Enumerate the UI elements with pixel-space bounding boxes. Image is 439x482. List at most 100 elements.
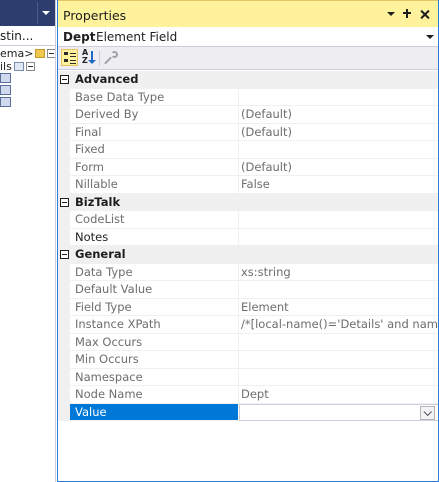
categorized-icon-line <box>70 56 76 57</box>
property-name: Nillable <box>70 176 238 194</box>
collapse-icon[interactable] <box>60 250 69 259</box>
chevron-down-icon[interactable] <box>42 11 50 15</box>
property-value[interactable] <box>239 281 438 299</box>
property-row[interactable]: Max Occurs <box>58 333 438 351</box>
property-row[interactable]: Field Type Element <box>58 298 438 316</box>
property-name: Fixed <box>70 141 238 159</box>
selected-object-name: Dept <box>63 30 96 44</box>
selected-object-type: Element Field <box>96 30 178 44</box>
pin-button[interactable] <box>400 7 414 21</box>
property-row[interactable]: Data Type xs:string <box>58 263 438 281</box>
category-advanced[interactable]: Advanced <box>58 71 438 89</box>
categorized-icon <box>64 52 68 55</box>
properties-title-bar[interactable]: Properties <box>58 0 438 27</box>
wrench-icon <box>111 51 118 58</box>
property-row[interactable]: Final (Default) <box>58 123 438 141</box>
property-value[interactable]: Element <box>239 299 438 316</box>
window-options-button[interactable] <box>384 7 398 21</box>
property-value[interactable]: (Default) <box>239 124 438 141</box>
pin-icon-crossbar <box>403 12 411 14</box>
property-name: Instance XPath <box>70 316 238 334</box>
property-name: Namespace <box>70 369 238 386</box>
property-value[interactable]: (Default) <box>239 159 438 176</box>
row-gutter <box>58 281 70 299</box>
row-gutter <box>58 333 70 351</box>
property-row[interactable]: CodeList <box>58 211 438 229</box>
property-name: Min Occurs <box>70 351 238 369</box>
alphabetical-button[interactable]: AZ <box>81 49 98 66</box>
left-pane-tab-label: stin... <box>0 29 34 43</box>
chevron-down-icon[interactable] <box>426 35 434 39</box>
category-label: Advanced <box>75 72 139 86</box>
tree-item-details[interactable]: ils <box>0 60 35 73</box>
row-gutter <box>58 88 70 106</box>
left-pane-tab[interactable]: stin... <box>0 26 55 46</box>
close-button[interactable] <box>418 7 432 21</box>
collapse-icon[interactable] <box>47 49 55 58</box>
property-value[interactable]: (Default) <box>239 106 438 124</box>
property-value[interactable] <box>239 211 438 229</box>
property-name: Notes <box>70 229 238 246</box>
tree-item-schema[interactable]: ema> <box>0 47 55 60</box>
property-name: Default Value <box>70 281 238 299</box>
category-biztalk[interactable]: BizTalk <box>58 193 438 211</box>
property-name: Derived By <box>70 106 238 124</box>
collapse-icon[interactable] <box>25 62 35 71</box>
sort-arrow <box>88 51 96 64</box>
property-name: Node Name <box>70 386 238 404</box>
property-row[interactable]: Derived By (Default) <box>58 106 438 124</box>
property-value[interactable] <box>239 229 438 246</box>
property-row[interactable]: Namespace <box>58 368 438 386</box>
field-node-icon[interactable] <box>0 73 11 83</box>
properties-toolbar: AZ <box>58 47 438 70</box>
property-grid: Advanced Base Data Type Derived By (Defa… <box>58 71 438 421</box>
property-row[interactable]: Min Occurs <box>58 351 438 369</box>
row-gutter <box>58 211 70 229</box>
field-node-icon[interactable] <box>0 97 11 107</box>
row-gutter <box>58 386 70 404</box>
property-row[interactable]: Form (Default) <box>58 158 438 176</box>
property-row[interactable]: Instance XPath /*[local-name()='Details'… <box>58 316 438 334</box>
value-dropdown-button[interactable] <box>420 405 435 420</box>
row-gutter <box>58 368 70 386</box>
property-value[interactable] <box>239 334 438 351</box>
property-name: Max Occurs <box>70 334 238 351</box>
property-name: Final <box>70 124 238 141</box>
property-row[interactable]: Fixed <box>58 141 438 159</box>
property-row[interactable]: Node Name Dept <box>58 386 438 404</box>
wrench-icon-handle <box>104 56 112 65</box>
property-value[interactable]: /*[local-name()='Details' and namespa <box>239 316 438 334</box>
property-name: Data Type <box>70 264 238 281</box>
property-name: Base Data Type <box>70 89 238 106</box>
field-node-icon[interactable] <box>0 85 11 95</box>
categorized-button[interactable] <box>61 49 78 66</box>
category-general[interactable]: General <box>58 246 438 264</box>
property-value-editor[interactable] <box>239 403 438 421</box>
toolbar-separator <box>99 51 100 66</box>
property-value[interactable]: Dept <box>239 386 438 404</box>
property-row[interactable]: Base Data Type <box>58 88 438 106</box>
property-value[interactable] <box>239 89 438 106</box>
property-row[interactable]: Nillable False <box>58 176 438 194</box>
window-title: Properties <box>63 8 127 23</box>
object-selector[interactable]: Dept Element Field <box>58 27 438 47</box>
property-value[interactable]: xs:string <box>239 264 438 281</box>
collapse-icon[interactable] <box>60 75 69 84</box>
row-gutter <box>58 106 70 124</box>
categorized-icon-line <box>70 63 76 64</box>
property-row[interactable]: Notes <box>58 228 438 246</box>
category-label: BizTalk <box>75 194 121 209</box>
property-row-selected[interactable]: Value <box>58 403 438 421</box>
header-separator <box>37 2 38 24</box>
property-row[interactable]: Default Value <box>58 281 438 299</box>
row-gutter <box>58 263 70 281</box>
property-value[interactable]: False <box>239 176 438 194</box>
property-pages-button[interactable] <box>104 49 121 66</box>
chevron-down-icon <box>387 12 395 16</box>
property-value[interactable] <box>239 351 438 369</box>
property-value[interactable] <box>239 369 438 386</box>
row-gutter <box>58 176 70 194</box>
property-value[interactable] <box>239 141 438 159</box>
collapse-icon[interactable] <box>60 197 69 207</box>
properties-window: Properties Dept Element Field AZ Advance… <box>57 0 439 482</box>
